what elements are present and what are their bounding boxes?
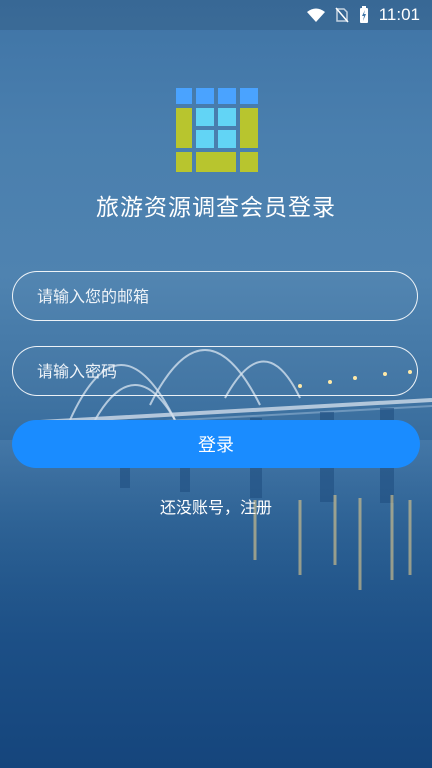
email-field[interactable] [12, 271, 418, 321]
email-input[interactable] [35, 285, 417, 307]
password-input[interactable] [35, 360, 417, 382]
app-title: 旅游资源调查会员登录 [96, 195, 336, 221]
password-field[interactable] [12, 346, 418, 396]
battery-charging-icon [359, 6, 368, 23]
app-logo [176, 88, 258, 172]
status-bar: 11:01 [0, 0, 432, 30]
status-time: 11:01 [378, 5, 420, 24]
login-button[interactable]: 登录 [12, 420, 420, 468]
wifi-icon [306, 8, 325, 22]
register-link[interactable]: 还没账号，注册 [0, 494, 432, 518]
no-sim-icon [335, 7, 349, 23]
